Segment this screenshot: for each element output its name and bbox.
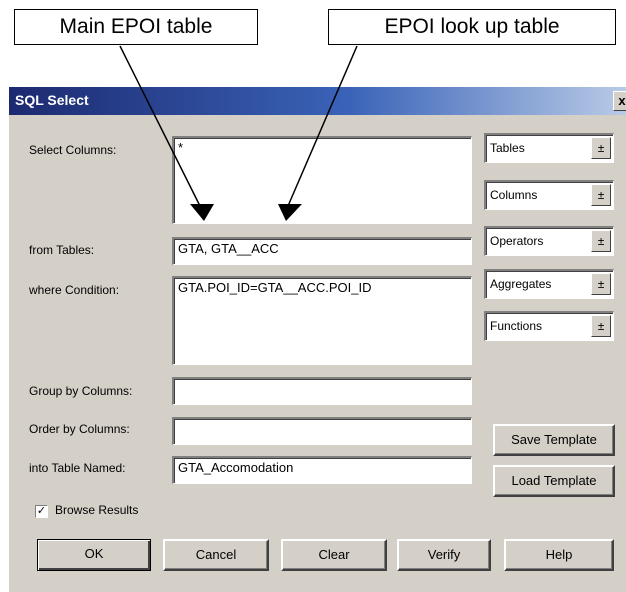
functions-dropdown[interactable]: Functions ± (484, 311, 614, 341)
browse-results-checkbox[interactable]: ✓ (35, 505, 48, 518)
dropdown-arrow-icon[interactable]: ± (591, 137, 611, 159)
order-by-label: Order by Columns: (29, 422, 130, 436)
operators-dropdown-label: Operators (490, 234, 544, 248)
dropdown-arrow-icon[interactable]: ± (591, 230, 611, 252)
verify-button[interactable]: Verify (397, 539, 491, 571)
aggregates-dropdown[interactable]: Aggregates ± (484, 269, 614, 299)
group-by-label: Group by Columns: (29, 384, 133, 398)
from-tables-field[interactable]: GTA, GTA__ACC (172, 237, 472, 265)
callout-main-epoi-table: Main EPOI table (14, 9, 258, 45)
browse-results-label: Browse Results (55, 503, 139, 517)
title-bar: SQL Select x (9, 87, 626, 115)
aggregates-dropdown-label: Aggregates (490, 277, 552, 291)
callout-epoi-lookup-table: EPOI look up table (328, 9, 616, 45)
help-button[interactable]: Help (504, 539, 614, 571)
sql-select-dialog: SQL Select x Select Columns: * from Tabl… (8, 86, 626, 592)
dropdown-arrow-icon[interactable]: ± (591, 184, 611, 206)
into-table-field[interactable]: GTA_Accomodation (172, 456, 472, 484)
ok-button[interactable]: OK (37, 539, 151, 571)
save-template-button[interactable]: Save Template (493, 424, 615, 456)
dropdown-arrow-icon[interactable]: ± (591, 273, 611, 295)
functions-dropdown-label: Functions (490, 319, 543, 333)
dropdown-arrow-icon[interactable]: ± (591, 315, 611, 337)
where-condition-label: where Condition: (29, 283, 120, 297)
group-by-field[interactable] (172, 377, 472, 405)
from-tables-label: from Tables: (29, 243, 95, 257)
select-columns-field[interactable]: * (172, 136, 472, 224)
load-template-button[interactable]: Load Template (493, 465, 615, 497)
select-columns-label: Select Columns: (29, 143, 117, 157)
where-condition-field[interactable]: GTA.POI_ID=GTA__ACC.POI_ID (172, 276, 472, 365)
columns-dropdown-label: Columns (490, 188, 538, 202)
dialog-title: SQL Select (15, 92, 89, 108)
tables-dropdown-label: Tables (490, 141, 525, 155)
tables-dropdown[interactable]: Tables ± (484, 133, 614, 163)
close-icon[interactable]: x (613, 91, 626, 111)
cancel-button[interactable]: Cancel (163, 539, 269, 571)
clear-button[interactable]: Clear (281, 539, 387, 571)
into-table-label: into Table Named: (29, 461, 126, 475)
operators-dropdown[interactable]: Operators ± (484, 226, 614, 256)
columns-dropdown[interactable]: Columns ± (484, 180, 614, 210)
order-by-field[interactable] (172, 417, 472, 445)
